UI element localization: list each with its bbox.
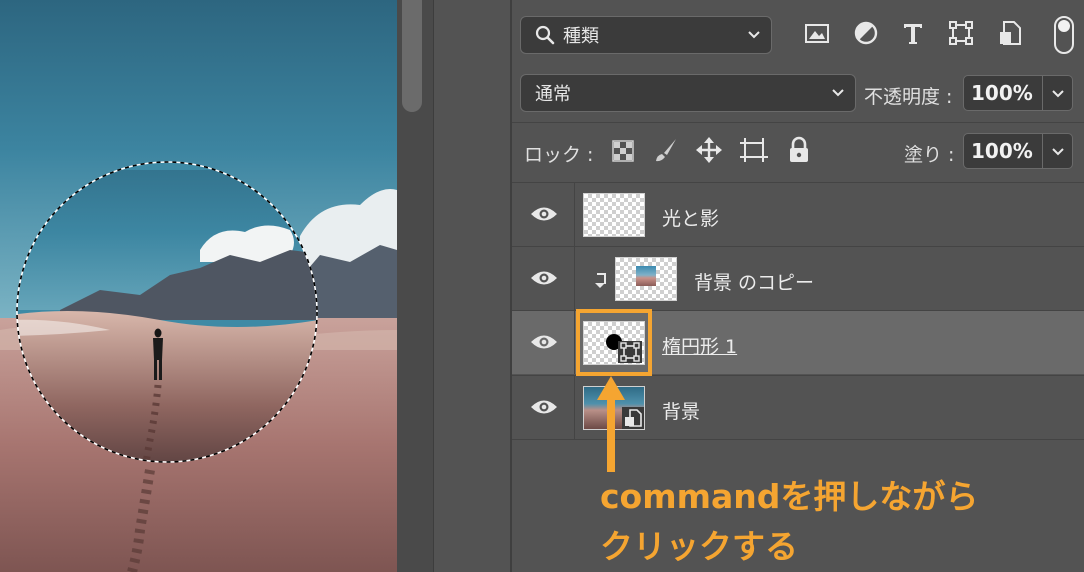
annotation-highlight-box — [576, 309, 652, 376]
canvas-image — [0, 0, 397, 572]
row-divider — [574, 247, 575, 310]
layer-filter-select[interactable]: 種類 — [520, 16, 772, 54]
chevron-down-icon — [1052, 148, 1064, 156]
layer-name[interactable]: 光と影 — [662, 204, 719, 231]
row-divider — [574, 183, 575, 246]
annotation-line-1: commandを押しながら — [600, 477, 979, 516]
row-divider — [574, 376, 575, 439]
layer-filter-label: 種類 — [563, 26, 599, 47]
filter-toggle[interactable] — [1054, 16, 1074, 54]
fill-dropdown-button[interactable] — [1043, 133, 1073, 169]
lock-position-icon[interactable] — [695, 136, 723, 164]
layer-thumbnail[interactable] — [583, 193, 645, 237]
layer-row-light-and-shadow[interactable]: 光と影 — [512, 183, 1084, 246]
lock-transparent-icon[interactable] — [612, 140, 634, 162]
layer-row-background-copy[interactable]: 背景 のコピー — [512, 247, 1084, 310]
visibility-eye-icon[interactable] — [530, 269, 558, 287]
opacity-dropdown-button[interactable] — [1043, 75, 1073, 111]
chevron-down-icon — [832, 89, 844, 97]
document-canvas[interactable] — [0, 0, 397, 572]
layer-name[interactable]: 背景 のコピー — [694, 268, 814, 295]
annotation-arrow-icon — [597, 376, 625, 472]
layer-name[interactable]: 楕円形 1 — [662, 332, 737, 359]
fill-label: 塗り : — [904, 144, 955, 166]
shape-filter-icon[interactable] — [946, 18, 976, 48]
lock-all-icon[interactable] — [787, 136, 811, 164]
lock-label: ロック : — [524, 144, 594, 166]
lock-artboard-icon[interactable] — [739, 136, 769, 164]
layer-name[interactable]: 背景 — [662, 397, 700, 424]
fill-input[interactable]: 100% — [963, 133, 1043, 169]
type-filter-icon[interactable] — [898, 18, 928, 48]
row-divider — [574, 311, 575, 374]
visibility-eye-icon[interactable] — [530, 398, 558, 416]
chevron-down-icon — [1052, 90, 1064, 98]
collapsed-panel-column — [434, 0, 510, 572]
visibility-eye-icon[interactable] — [530, 205, 558, 223]
filter-toggle-knob — [1058, 20, 1070, 32]
adjustment-filter-icon[interactable] — [851, 18, 881, 48]
canvas-scrollbar-thumb[interactable] — [402, 0, 422, 112]
blend-mode-select[interactable]: 通常 — [520, 74, 856, 112]
image-filter-icon[interactable] — [802, 18, 832, 48]
annotation-caption: commandを押しながら クリックする — [600, 472, 1040, 572]
thumbnail-image — [636, 266, 656, 286]
blend-mode-value: 通常 — [535, 84, 571, 105]
smart-object-filter-icon[interactable] — [996, 18, 1026, 48]
opacity-input[interactable]: 100% — [963, 75, 1043, 111]
chevron-down-icon — [748, 31, 760, 39]
lock-paint-icon[interactable] — [652, 136, 680, 164]
opacity-label: 不透明度 : — [864, 86, 953, 108]
layer-thumbnail[interactable] — [615, 257, 677, 301]
clipping-mask-arrow-icon — [595, 273, 606, 288]
search-icon — [535, 25, 555, 45]
panel-separator — [512, 122, 1084, 123]
annotation-line-2: クリックする — [600, 527, 798, 566]
visibility-eye-icon[interactable] — [530, 333, 558, 351]
